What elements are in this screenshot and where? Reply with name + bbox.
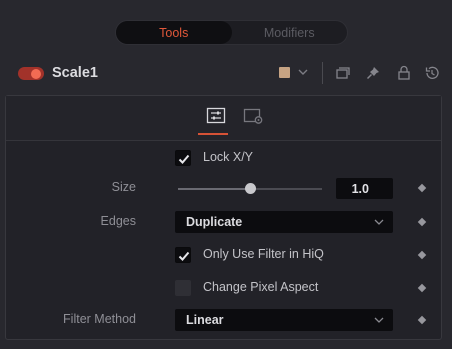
filter-method-dropdown[interactable]: Linear [175,309,393,331]
change-pixel-aspect-checkbox[interactable] [175,280,191,296]
size-slider-handle[interactable] [244,183,256,194]
edges-label: Edges [100,214,136,228]
lock-icon[interactable] [395,64,413,82]
toggle-knob [31,68,41,79]
only-use-filter-row: Only Use Filter in HiQ [6,243,441,267]
inspector-tab-bar: Tools Modifiers [115,20,348,45]
only-use-filter-label: Only Use Filter in HiQ [203,247,324,261]
change-pixel-aspect-label: Change Pixel Aspect [203,280,319,294]
node-header: Scale1 [0,56,452,90]
edges-value: Duplicate [186,215,243,229]
chevron-down-icon [374,219,384,225]
color-swatch[interactable] [279,67,290,78]
chevron-down-icon [374,317,384,323]
header-divider [322,62,323,84]
change-pixel-aspect-keyframe-icon[interactable] [417,283,427,293]
controls-panel: Lock X/Y Size 1.0 Edges Duplicate Only U… [5,95,442,340]
tab-tools[interactable]: Tools [116,21,232,44]
size-value-field[interactable]: 1.0 [336,178,393,199]
pin-icon[interactable] [364,64,382,82]
only-use-filter-checkbox[interactable] [175,247,191,263]
versions-icon[interactable] [333,64,351,82]
filter-method-keyframe-icon[interactable] [417,315,427,325]
edges-row: Edges Duplicate [6,210,441,234]
filter-method-label: Filter Method [63,312,136,326]
filter-method-value: Linear [186,313,224,327]
checkmark-icon [178,154,190,164]
tab-modifiers[interactable]: Modifiers [232,21,348,44]
edges-keyframe-icon[interactable] [417,217,427,227]
panel-tab-bar [6,96,441,141]
reset-icon[interactable] [423,64,441,82]
controls-tab-icon[interactable] [205,105,227,127]
size-keyframe-icon[interactable] [417,183,427,193]
active-tab-indicator [198,133,228,135]
node-enable-toggle[interactable] [18,67,44,80]
change-pixel-aspect-row: Change Pixel Aspect [6,276,441,300]
filter-method-row: Filter Method Linear [6,308,441,332]
chevron-down-icon[interactable] [296,63,310,81]
lock-xy-label: Lock X/Y [203,150,254,164]
lock-xy-row: Lock X/Y [6,146,441,170]
lock-xy-checkbox[interactable] [175,150,191,166]
edges-dropdown[interactable]: Duplicate [175,211,393,233]
size-row: Size 1.0 [6,176,441,200]
node-name: Scale1 [52,65,98,81]
size-slider-fill [178,188,250,190]
checkmark-icon [178,251,190,261]
settings-tab-icon[interactable] [242,105,264,127]
size-label: Size [111,180,136,194]
only-use-filter-keyframe-icon[interactable] [417,250,427,260]
